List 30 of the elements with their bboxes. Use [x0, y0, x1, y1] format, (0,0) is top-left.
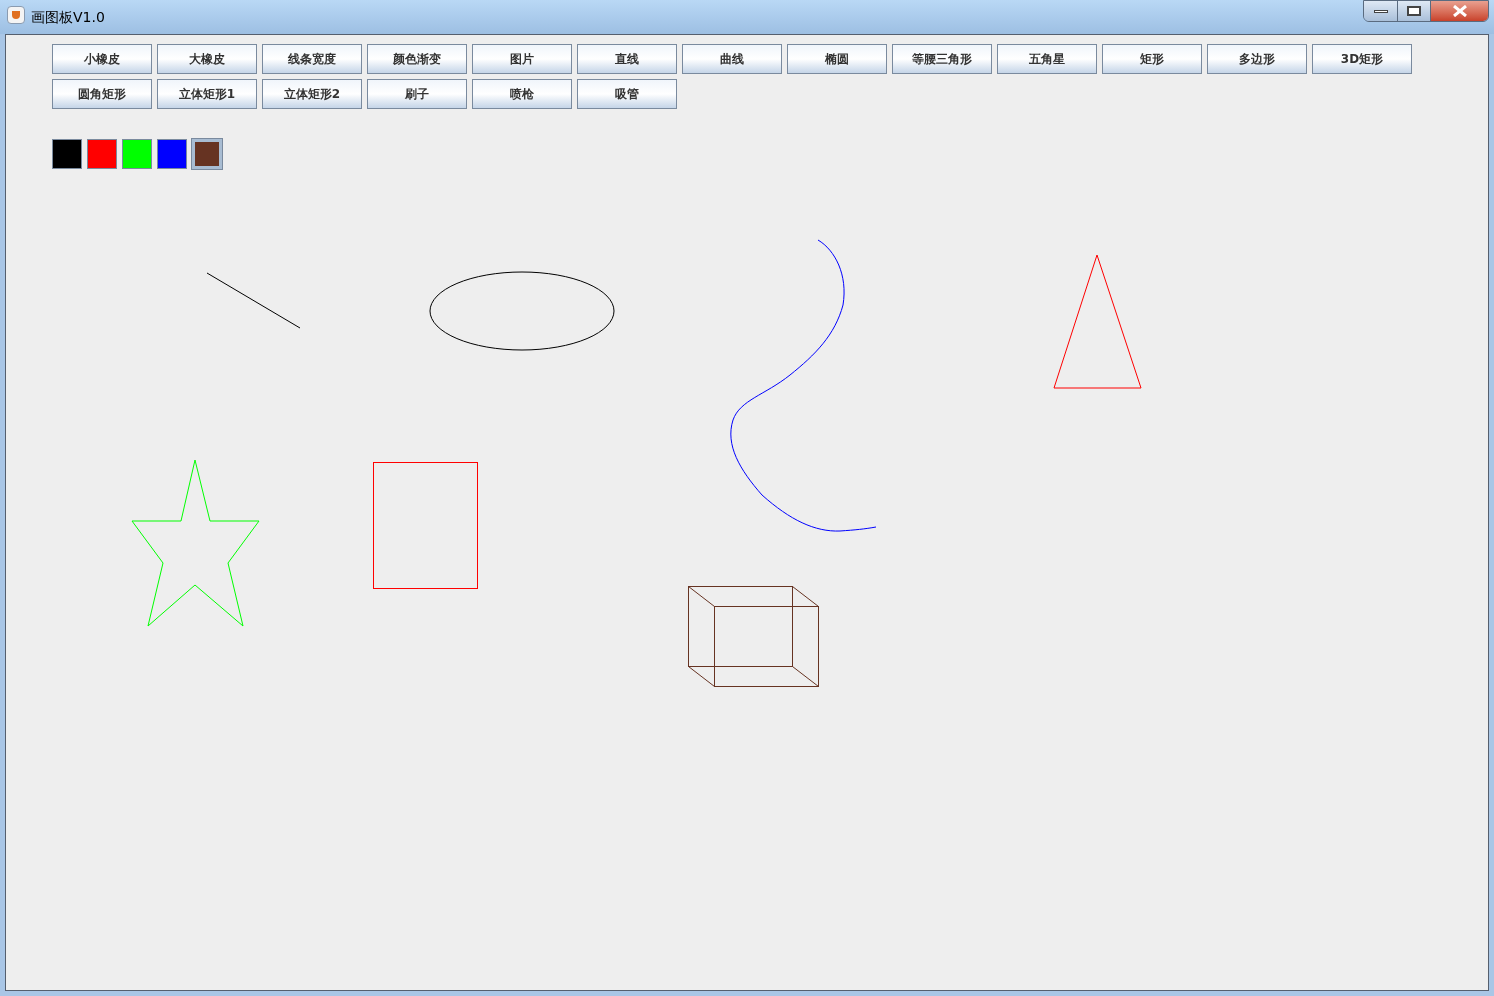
tool-button[interactable]: 圆角矩形 [52, 79, 152, 109]
tool-button[interactable]: 线条宽度 [262, 44, 362, 74]
minimize-button[interactable] [1364, 1, 1398, 21]
tool-button[interactable]: 喷枪 [472, 79, 572, 109]
tool-button[interactable]: 颜色渐变 [367, 44, 467, 74]
color-swatch[interactable] [192, 139, 222, 169]
tool-button[interactable]: 3D矩形 [1312, 44, 1412, 74]
close-icon [1452, 5, 1467, 17]
tool-button[interactable]: 直线 [577, 44, 677, 74]
java-cup-icon [7, 6, 25, 24]
tool-button[interactable]: 大橡皮 [157, 44, 257, 74]
tool-button[interactable]: 刷子 [367, 79, 467, 109]
tool-button[interactable]: 吸管 [577, 79, 677, 109]
tool-button[interactable]: 多边形 [1207, 44, 1307, 74]
tool-button[interactable]: 小橡皮 [52, 44, 152, 74]
color-swatch[interactable] [87, 139, 117, 169]
window-title: 画图板V1.0 [31, 8, 105, 27]
color-swatch[interactable] [122, 139, 152, 169]
tool-button[interactable]: 椭圆 [787, 44, 887, 74]
tool-button[interactable]: 矩形 [1102, 44, 1202, 74]
color-swatch[interactable] [52, 139, 82, 169]
tool-button[interactable]: 等腰三角形 [892, 44, 992, 74]
color-swatch[interactable] [157, 139, 187, 169]
tool-button[interactable]: 图片 [472, 44, 572, 74]
close-button[interactable] [1431, 1, 1488, 21]
maximize-button[interactable] [1398, 1, 1431, 21]
tool-button[interactable]: 立体矩形1 [157, 79, 257, 109]
tool-button[interactable]: 曲线 [682, 44, 782, 74]
tool-button[interactable]: 立体矩形2 [262, 79, 362, 109]
tool-button[interactable]: 五角星 [997, 44, 1097, 74]
